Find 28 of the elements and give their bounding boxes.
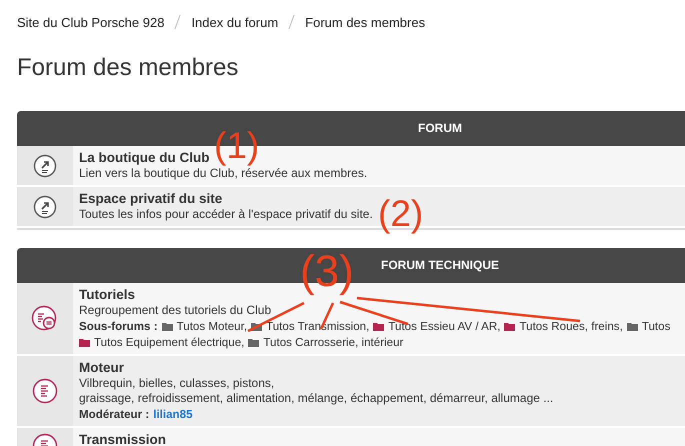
forum-description: Lien vers la boutique du Club, réservée aux membres. <box>79 166 368 181</box>
forum-title-link[interactable]: La boutique du Club <box>79 150 210 166</box>
forum-icon <box>31 304 59 332</box>
subforum-link[interactable]: Tutos Essieu AV / AR, <box>388 318 500 334</box>
forum-title-link[interactable]: Transmission <box>79 432 166 446</box>
forum-description: Regroupement des tutoriels du Club <box>79 303 272 318</box>
breadcrumb-link[interactable]: Site du Club Porsche 928 <box>17 14 164 30</box>
subforum-link[interactable]: Tutos Roues, freins, <box>519 318 623 334</box>
link-icon <box>33 194 57 218</box>
forum-title-link[interactable]: Espace privatif du site <box>79 191 222 207</box>
forum-title-link[interactable]: Moteur <box>79 360 124 376</box>
subforum-link[interactable]: Tutos Moteur, <box>176 318 248 334</box>
forum-icon <box>32 378 58 404</box>
forum-description: graissage, refroidissement, alimentation, mélange, échappement, démarreur, allumage ... <box>79 391 554 406</box>
breadcrumb-link[interactable]: Index du forum <box>191 14 278 30</box>
subforum-link[interactable]: Tutos <box>642 318 670 334</box>
moderator-link[interactable]: lilian85 <box>153 406 193 422</box>
subforum-link[interactable]: Tutos Carrosserie, intérieur <box>263 334 404 350</box>
subforums-label: Sous-forums : <box>79 318 158 334</box>
annotation-label: (2) <box>378 194 424 234</box>
subforum-link[interactable]: Tutos Equipement électrique, <box>94 334 244 350</box>
link-icon <box>33 154 57 178</box>
breadcrumb-link[interactable]: Forum des membres <box>305 14 426 30</box>
forum-description: Toutes les infos pour accéder à l'espace privatif du site. <box>79 207 373 222</box>
page-title: Forum des membres <box>17 54 240 83</box>
moderator-label: Modérateur : <box>79 406 150 422</box>
forum-description: Vilbrequin, bielles, culasses, pistons, <box>79 376 276 391</box>
forum-title-link[interactable]: Tutoriels <box>79 287 136 303</box>
